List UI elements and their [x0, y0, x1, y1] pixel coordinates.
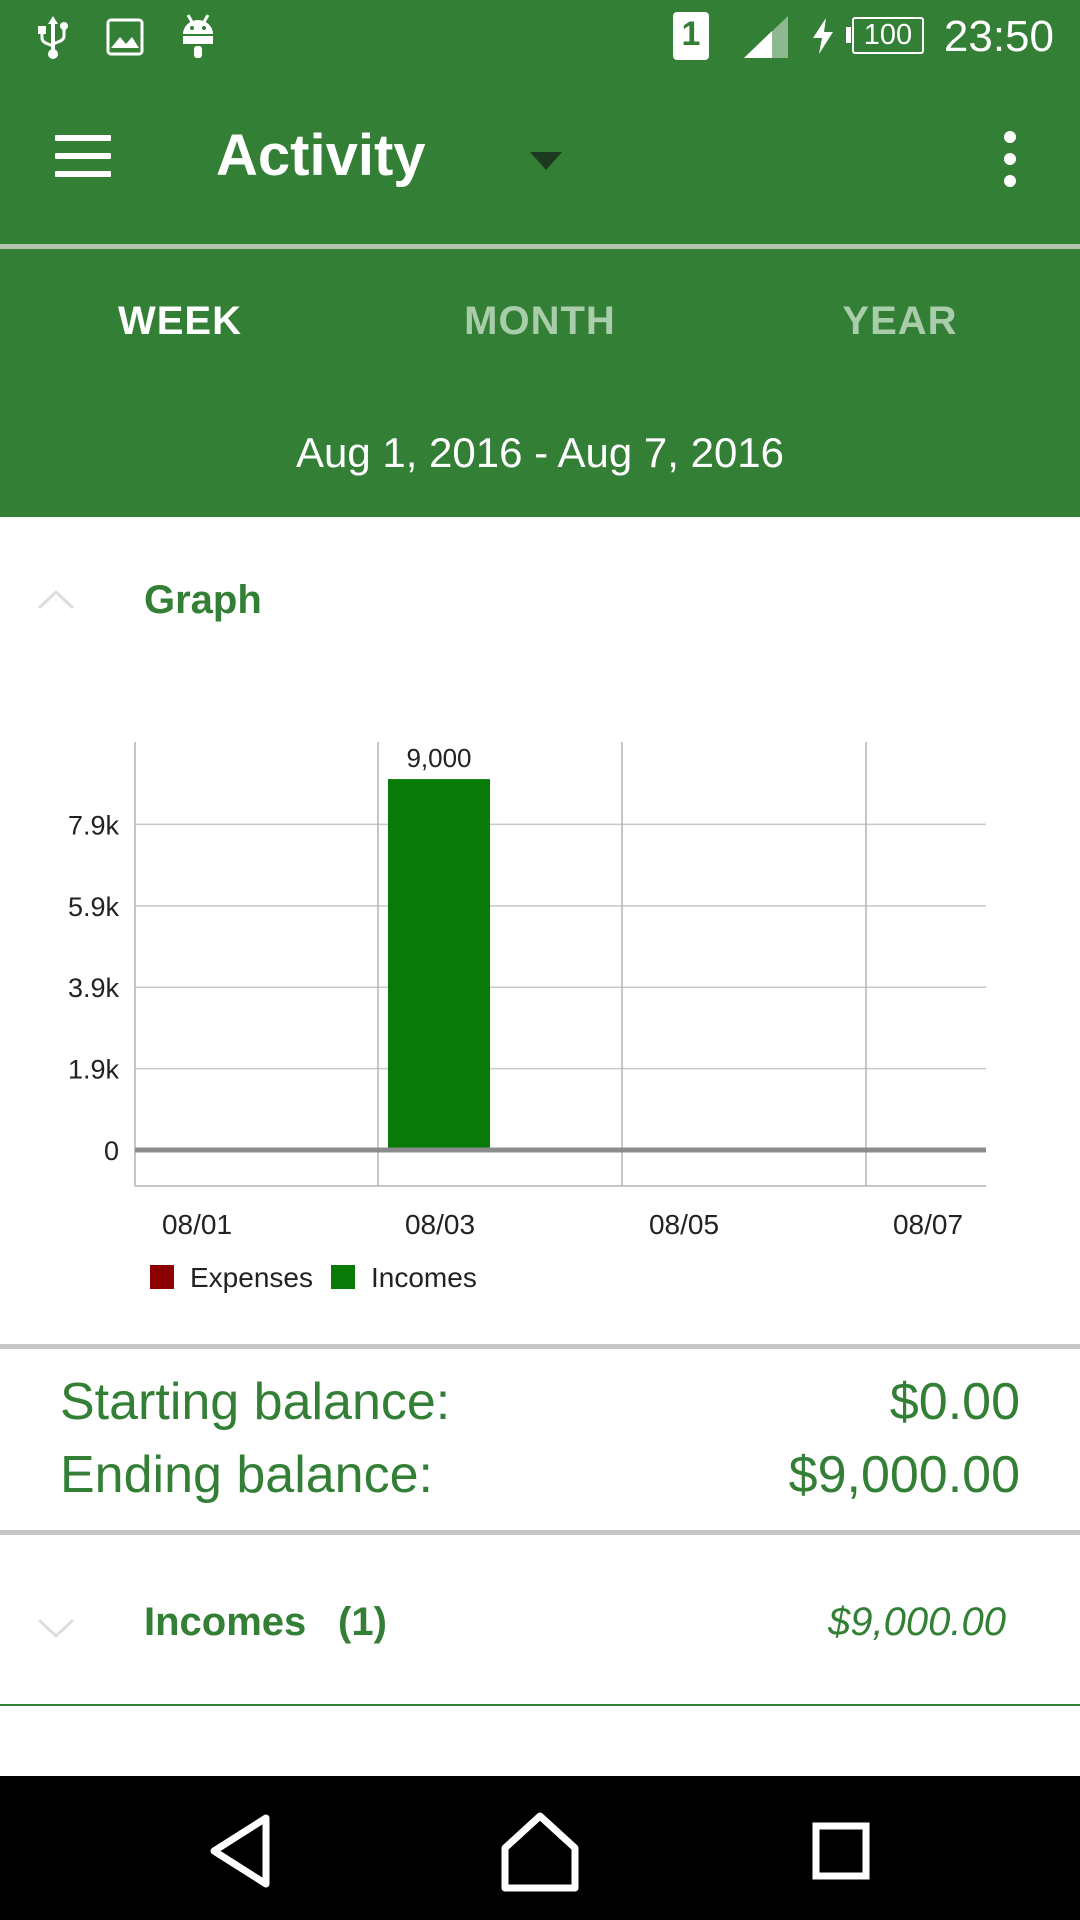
y-tick-label: 1.9k [68, 1055, 120, 1085]
sim-label: 1 [681, 15, 701, 53]
recents-icon[interactable] [796, 1806, 886, 1896]
ending-balance-value: $9,000.00 [788, 1446, 1020, 1504]
home-icon[interactable] [495, 1806, 585, 1896]
balance-bottom-divider [0, 1530, 1080, 1535]
graph-section-title[interactable]: Graph [144, 578, 262, 623]
y-tick-label: 3.9k [68, 973, 120, 1003]
charging-icon [813, 18, 833, 54]
x-tick-label: 08/03 [405, 1209, 475, 1240]
status-bar: 1 100 23:50 [0, 0, 1080, 75]
sim-icon: 1 [673, 12, 709, 60]
dropdown-arrow-icon[interactable] [530, 150, 562, 174]
incomes-divider [0, 1704, 1080, 1706]
bar-data-label: 9,000 [406, 743, 471, 773]
period-tabs: WEEK MONTH YEAR [0, 249, 1080, 393]
x-tick-label: 08/05 [649, 1209, 719, 1240]
y-tick-label: 5.9k [68, 892, 120, 922]
battery-level: 100 [863, 19, 913, 51]
incomes-count: (1) [338, 1600, 387, 1644]
legend-label: Expenses [190, 1262, 313, 1293]
x-tick-label: 08/01 [162, 1209, 232, 1240]
signal-icon [744, 16, 788, 58]
balance-top-divider [0, 1344, 1080, 1349]
ending-balance-label: Ending balance: [60, 1446, 433, 1504]
y-tick-label: 0 [104, 1136, 119, 1166]
page-title[interactable]: Activity [216, 122, 426, 189]
system-nav-bar [0, 1776, 1080, 1920]
bar-chart: 0 1.9k 3.9k 5.9k 7.9k 08/01 08/03 08/05 08/07 9,0… [68, 742, 986, 1293]
legend-label: Incomes [371, 1262, 477, 1293]
tab-week[interactable]: WEEK [0, 299, 360, 344]
legend-swatch [331, 1265, 355, 1289]
app-bar: Activity [0, 75, 1080, 245]
tab-month[interactable]: MONTH [360, 299, 720, 344]
x-tick-label: 08/07 [893, 1209, 963, 1240]
starting-balance-label: Starting balance: [60, 1373, 451, 1431]
income-bar [388, 779, 490, 1150]
incomes-section-title: Incomes [144, 1600, 307, 1644]
battery-icon: 100 [846, 17, 924, 54]
more-vert-icon[interactable] [990, 125, 1030, 195]
android-icon [183, 14, 213, 58]
y-tick-label: 7.9k [68, 810, 120, 840]
image-icon [106, 18, 144, 56]
chevron-up-icon[interactable] [36, 586, 76, 612]
screen: 1 100 23:50 Activity WEEK MONTH YEAR Aug… [0, 0, 1080, 1920]
starting-balance-value: $0.00 [889, 1373, 1020, 1431]
back-icon[interactable] [196, 1806, 286, 1896]
hamburger-menu-icon[interactable] [50, 130, 120, 190]
usb-icon [38, 16, 68, 59]
status-clock: 23:50 [943, 12, 1054, 61]
incomes-total: $9,000.00 [828, 1600, 1006, 1644]
legend-swatch [150, 1265, 174, 1289]
date-range-bar: Aug 1, 2016 - Aug 7, 2016 [0, 393, 1080, 517]
date-range-label[interactable]: Aug 1, 2016 - Aug 7, 2016 [0, 429, 1080, 477]
chevron-down-icon[interactable] [36, 1616, 76, 1642]
tab-year[interactable]: YEAR [720, 299, 1080, 344]
